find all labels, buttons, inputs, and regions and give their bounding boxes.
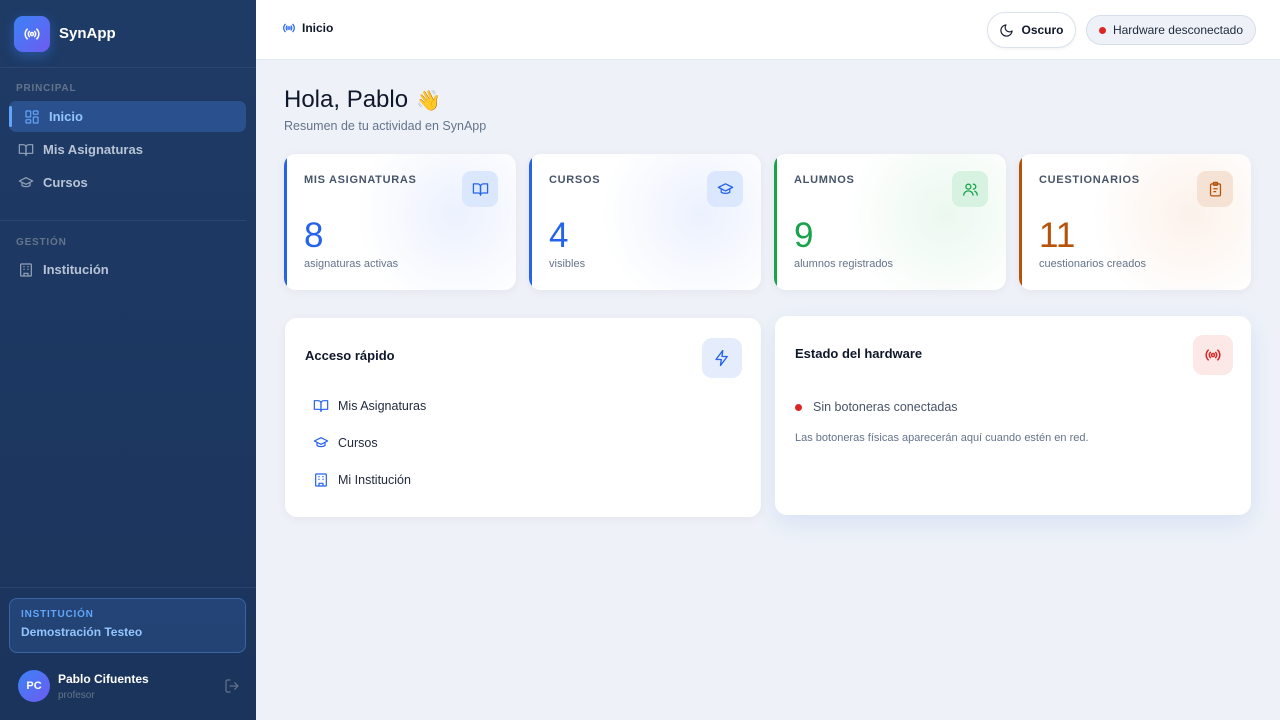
status-dot bbox=[1098, 26, 1106, 34]
institution-label: INSTITUCIÓN bbox=[21, 609, 94, 620]
stat-description: alumnos registrados bbox=[794, 258, 894, 270]
sidebar-item-label: Mis Asignaturas bbox=[43, 142, 143, 157]
stat-label: CURSOS bbox=[549, 174, 601, 186]
hardware-panel-title: Estado del hardware bbox=[795, 346, 923, 361]
sidebar-item-label: Cursos bbox=[43, 175, 88, 190]
quick-link-label: Mis Asignaturas bbox=[338, 399, 427, 413]
book-icon bbox=[313, 400, 329, 412]
grid-icon bbox=[25, 109, 39, 124]
page-subtitle: Resumen de tu actividad en SynApp bbox=[284, 119, 487, 133]
sidebar-item-institucion[interactable]: Institución bbox=[9, 254, 246, 285]
user-role: profesor bbox=[58, 689, 95, 701]
theme-toggle-label: Oscuro bbox=[1021, 23, 1064, 37]
breadcrumb-label: Inicio bbox=[302, 21, 334, 35]
lightning-icon bbox=[702, 338, 742, 378]
theme-toggle-button[interactable]: Oscuro bbox=[987, 12, 1076, 48]
status-dot bbox=[795, 403, 802, 411]
graduation-cap-icon bbox=[313, 437, 329, 448]
stat-value: 11 bbox=[1039, 216, 1076, 255]
section-title-principal: PRINCIPAL bbox=[16, 83, 77, 94]
divider bbox=[0, 220, 246, 221]
hardware-status-text: Sin botoneras conectadas bbox=[813, 400, 958, 414]
stat-value: 8 bbox=[304, 216, 324, 255]
sidebar-item-label: Inicio bbox=[49, 109, 83, 124]
hardware-status: Sin botoneras conectadas bbox=[795, 400, 958, 414]
quick-link-cursos[interactable]: Cursos bbox=[313, 435, 378, 451]
sidebar-item-cursos[interactable]: Cursos bbox=[9, 167, 246, 198]
hardware-status-badge[interactable]: Hardware desconectado bbox=[1086, 15, 1256, 45]
quick-access-title: Acceso rápido bbox=[305, 348, 395, 363]
avatar[interactable]: PC bbox=[18, 670, 50, 702]
wave-emoji: 👋 bbox=[416, 89, 441, 112]
sidebar-item-inicio[interactable]: Inicio bbox=[9, 101, 246, 132]
user-name: Pablo Cifuentes bbox=[58, 671, 149, 686]
graduation-cap-icon bbox=[18, 176, 34, 187]
book-icon bbox=[462, 171, 498, 207]
greeting-text: Hola, Pablo bbox=[284, 86, 409, 113]
quick-access-panel: Acceso rápido Mis Asignaturas Cursos Mi … bbox=[285, 318, 761, 517]
hardware-note: Las botoneras físicas aparecerán aquí cu… bbox=[795, 432, 1089, 444]
stat-card-alumnos[interactable]: ALUMNOS 9 alumnos registrados bbox=[774, 154, 1006, 290]
stat-description: visibles bbox=[549, 258, 586, 270]
stat-card-asignaturas[interactable]: MIS ASIGNATURAS 8 asignaturas activas bbox=[284, 154, 516, 290]
quick-link-mi-institucion[interactable]: Mi Institución bbox=[313, 472, 411, 488]
institution-name: Demostración Testeo bbox=[21, 625, 143, 639]
stat-value: 4 bbox=[549, 216, 569, 255]
stat-card-cuestionarios[interactable]: CUESTIONARIOS 11 cuestionarios creados bbox=[1019, 154, 1251, 290]
topbar: Inicio Oscuro Hardware desconectado bbox=[256, 0, 1280, 60]
quick-link-label: Mi Institución bbox=[338, 473, 411, 487]
quick-link-label: Cursos bbox=[338, 436, 378, 450]
page-title: Hola, Pablo 👋 bbox=[284, 86, 441, 114]
divider bbox=[0, 587, 256, 588]
graduation-cap-icon bbox=[707, 171, 743, 207]
moon-icon bbox=[1000, 23, 1014, 37]
book-icon bbox=[18, 143, 34, 156]
hardware-status-label: Hardware desconectado bbox=[1112, 23, 1244, 37]
stat-label: MIS ASIGNATURAS bbox=[304, 174, 417, 186]
broadcast-icon bbox=[14, 15, 50, 52]
stat-description: cuestionarios creados bbox=[1039, 258, 1147, 270]
sidebar: SynApp PRINCIPAL Inicio Mis Asignaturas … bbox=[0, 0, 256, 720]
stat-label: ALUMNOS bbox=[794, 174, 855, 186]
hardware-status-panel: Estado del hardware Sin botoneras conect… bbox=[775, 316, 1251, 515]
broadcast-icon bbox=[283, 23, 295, 33]
app-name: SynApp bbox=[59, 25, 116, 42]
building-icon bbox=[20, 262, 32, 277]
users-icon bbox=[952, 171, 988, 207]
section-title-gestion: GESTIÓN bbox=[16, 237, 67, 248]
stat-description: asignaturas activas bbox=[304, 258, 399, 270]
logout-icon[interactable] bbox=[224, 678, 240, 694]
user-profile: PC Pablo Cifuentes profesor bbox=[18, 669, 246, 703]
stat-card-cursos[interactable]: CURSOS 4 visibles bbox=[529, 154, 761, 290]
institution-card[interactable]: INSTITUCIÓN Demostración Testeo bbox=[9, 598, 246, 653]
brand[interactable]: SynApp bbox=[0, 0, 256, 68]
broadcast-icon bbox=[1193, 335, 1233, 375]
breadcrumb: Inicio bbox=[282, 21, 333, 35]
sidebar-item-label: Institución bbox=[43, 262, 109, 277]
sidebar-item-mis-asignaturas[interactable]: Mis Asignaturas bbox=[9, 134, 246, 165]
building-icon bbox=[315, 473, 327, 487]
quick-link-mis-asignaturas[interactable]: Mis Asignaturas bbox=[313, 398, 426, 414]
stat-value: 9 bbox=[794, 216, 814, 255]
stat-label: CUESTIONARIOS bbox=[1039, 174, 1140, 186]
clipboard-icon bbox=[1197, 171, 1233, 207]
